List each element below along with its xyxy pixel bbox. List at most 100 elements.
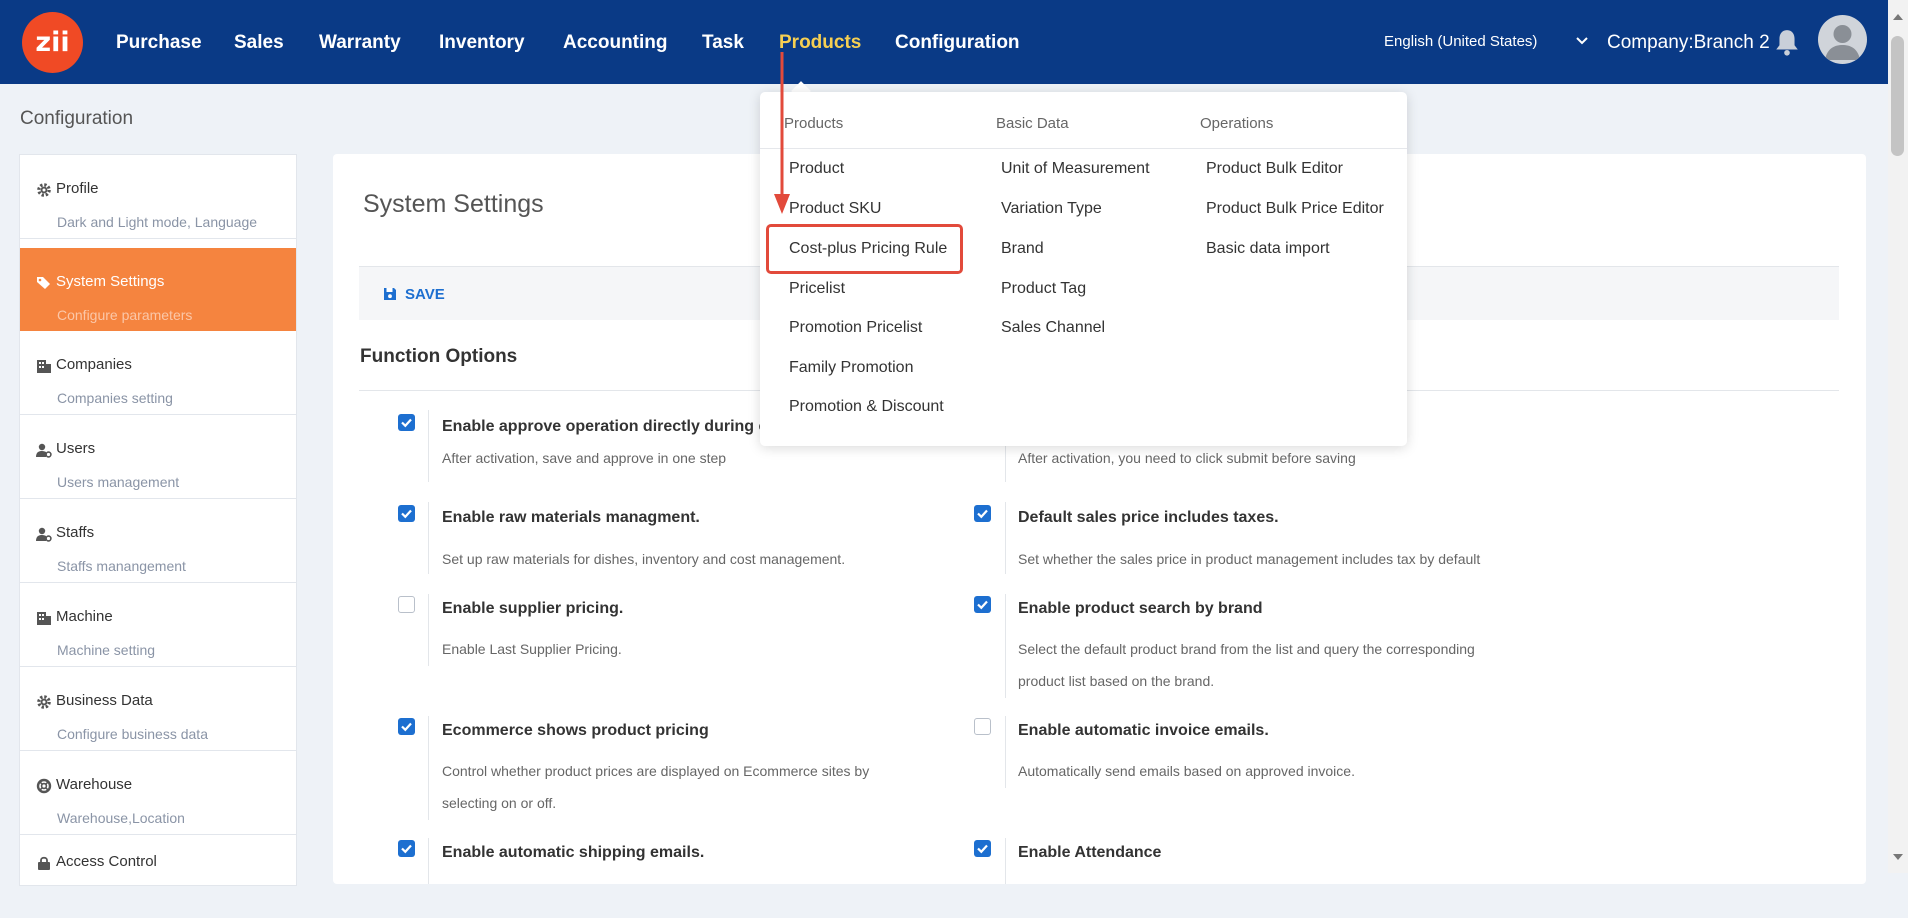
divider <box>428 502 429 574</box>
checkbox-search-by-brand[interactable] <box>974 596 991 613</box>
sidebar-item-sub: Machine setting <box>57 642 156 658</box>
menu-item-product-bulk-price-editor[interactable]: Product Bulk Price Editor <box>1206 200 1384 218</box>
divider <box>760 148 1407 149</box>
avatar[interactable] <box>1818 15 1867 64</box>
option-label: Enable Attendance <box>1018 844 1162 861</box>
chevron-down-icon[interactable] <box>1572 30 1592 50</box>
divider <box>1005 502 1006 574</box>
scroll-down-icon[interactable] <box>1893 854 1903 860</box>
sidebar-item-profile[interactable]: Profile Dark and Light mode, Language <box>20 155 296 239</box>
sidebar-item-sub: Users management <box>57 474 180 490</box>
checkbox-ecommerce-pricing[interactable] <box>398 718 415 735</box>
checkbox-raw-materials[interactable] <box>398 505 415 522</box>
sidebar-item-sub: Configure parameters <box>57 307 193 323</box>
sidebar-item-business-data[interactable]: Business Data Configure business data <box>20 667 296 751</box>
settings-sidebar: Profile Dark and Light mode, Language Sy… <box>19 154 297 886</box>
sidebar-item-access-control[interactable]: Access Control <box>20 835 296 918</box>
sidebar-item-staffs[interactable]: Staffs Staffs manangement <box>20 499 296 583</box>
option-label: Enable product search by brand <box>1018 600 1263 617</box>
sidebar-item-sub: Companies setting <box>57 390 173 406</box>
nav-purchase[interactable]: Purchase <box>116 0 202 84</box>
menu-item-promotion-pricelist[interactable]: Promotion Pricelist <box>789 319 922 337</box>
divider <box>1005 594 1006 698</box>
building-icon <box>37 360 51 373</box>
company-selector[interactable]: Company:Branch 2 <box>1607 0 1770 86</box>
language-select[interactable]: English (United States) <box>1384 0 1537 84</box>
sidebar-item-warehouse[interactable]: Warehouse Warehouse,Location <box>20 751 296 835</box>
checkbox-attendance[interactable] <box>974 840 991 857</box>
menu-item-product[interactable]: Product <box>789 160 844 178</box>
scroll-up-icon[interactable] <box>1893 14 1903 20</box>
highlight-box <box>766 224 963 274</box>
check-icon <box>977 844 988 854</box>
option-desc: After activation, save and approve in on… <box>442 450 727 466</box>
option-desc: Control whether product prices are displ… <box>442 763 870 811</box>
menu-item-product-sku[interactable]: Product SKU <box>789 200 881 218</box>
menu-item-product-bulk-editor[interactable]: Product Bulk Editor <box>1206 160 1343 178</box>
save-label: SAVE <box>405 286 445 303</box>
nav-sales[interactable]: Sales <box>234 0 284 84</box>
nav-products[interactable]: Products <box>779 0 861 84</box>
menu-item-unit-of-measurement[interactable]: Unit of Measurement <box>1001 160 1150 178</box>
user-cog-icon <box>36 443 52 458</box>
nav-configuration[interactable]: Configuration <box>895 0 1020 84</box>
checkbox-approve-directly[interactable] <box>398 414 415 431</box>
nav-warranty[interactable]: Warranty <box>319 0 401 84</box>
menu-item-pricelist[interactable]: Pricelist <box>789 280 845 298</box>
sidebar-item-sub: Warehouse,Location <box>57 810 185 826</box>
check-icon <box>977 509 988 519</box>
sidebar-item-sub: Dark and Light mode, Language <box>57 214 258 230</box>
check-icon <box>401 722 412 732</box>
sidebar-item-sub: Configure business data <box>57 726 208 742</box>
sidebar-item-label: Business Data <box>56 692 153 709</box>
menu-item-promotion-discount[interactable]: Promotion & Discount <box>789 398 944 416</box>
checkbox-invoice-emails[interactable] <box>974 718 991 735</box>
logo[interactable]: zii <box>22 12 83 73</box>
divider <box>1005 838 1006 884</box>
lock-icon <box>38 856 50 870</box>
option-label: Enable supplier pricing. <box>442 600 624 617</box>
menu-item-basic-data-import[interactable]: Basic data import <box>1206 240 1330 258</box>
save-button[interactable]: SAVE <box>383 286 445 303</box>
option-desc: Automatically send emails based on appro… <box>1018 763 1355 779</box>
sidebar-item-label: Staffs <box>56 524 95 541</box>
sidebar-item-system-settings[interactable]: System Settings Configure parameters <box>20 248 296 331</box>
sidebar-item-label: System Settings <box>56 273 165 290</box>
menu-item-product-tag[interactable]: Product Tag <box>1001 280 1086 298</box>
checkbox-sales-price-taxes[interactable] <box>974 505 991 522</box>
option-label: Default sales price includes taxes. <box>1018 509 1279 526</box>
section-title: Function Options <box>360 346 518 367</box>
sidebar-item-label: Profile <box>56 180 99 197</box>
sidebar-item-sub: Staffs manangement <box>57 558 186 574</box>
menu-item-variation-type[interactable]: Variation Type <box>1001 200 1102 218</box>
bell-icon[interactable] <box>1774 28 1800 56</box>
sidebar-item-label: Machine <box>56 608 113 625</box>
divider <box>1005 716 1006 788</box>
divider <box>428 716 429 820</box>
nav-accounting[interactable]: Accounting <box>563 0 668 84</box>
check-icon <box>401 509 412 519</box>
checkbox-shipping-emails[interactable] <box>398 840 415 857</box>
option-desc: Set whether the sales price in product m… <box>1018 551 1481 567</box>
gear-icon <box>37 183 51 197</box>
option-desc: Set up raw materials for dishes, invento… <box>442 551 846 567</box>
menu-item-family-promotion[interactable]: Family Promotion <box>789 359 913 377</box>
nav-task[interactable]: Task <box>702 0 744 84</box>
nav-inventory[interactable]: Inventory <box>439 0 525 84</box>
scrollbar-thumb[interactable] <box>1891 36 1904 156</box>
page-title: Configuration <box>20 108 134 129</box>
sidebar-item-users[interactable]: Users Users management <box>20 415 296 499</box>
sidebar-item-companies[interactable]: Companies Companies setting <box>20 331 296 415</box>
building-icon <box>37 612 51 625</box>
menu-item-brand[interactable]: Brand <box>1001 240 1044 258</box>
menu-item-sales-channel[interactable]: Sales Channel <box>1001 319 1105 337</box>
life-ring-icon <box>36 778 52 794</box>
option-label: Enable raw materials managment. <box>442 509 700 526</box>
check-icon <box>401 418 412 428</box>
checkbox-supplier-pricing[interactable] <box>398 596 415 613</box>
floppy-disk-icon <box>384 288 396 300</box>
top-navbar: zii Purchase Sales Warranty Inventory Ac… <box>0 0 1908 84</box>
tags-icon <box>37 277 50 289</box>
user-icon <box>1825 25 1860 60</box>
sidebar-item-machine[interactable]: Machine Machine setting <box>20 583 296 667</box>
